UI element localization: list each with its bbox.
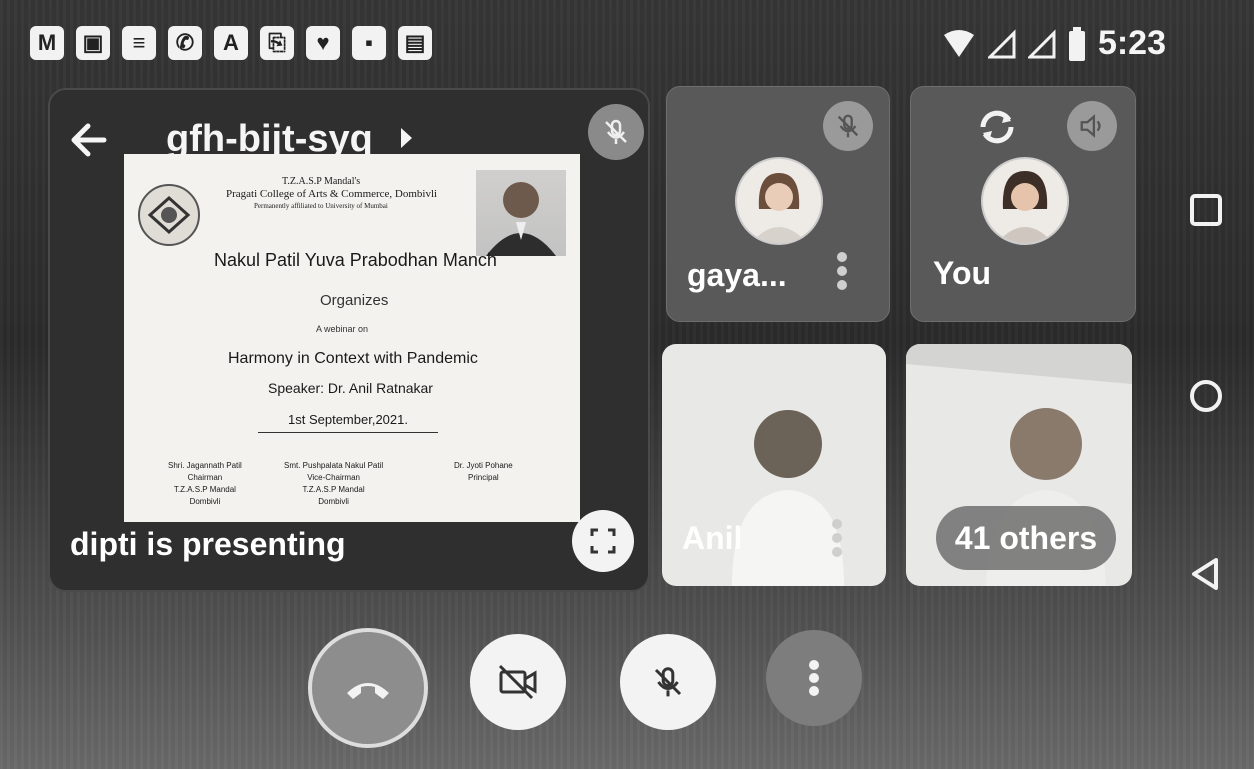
- more-vert-icon: [809, 660, 819, 696]
- notes-icon: ≡: [122, 26, 156, 60]
- switch-camera-icon[interactable]: [971, 101, 1023, 153]
- back-arrow-icon[interactable]: [68, 120, 108, 160]
- signatory-name: Shri. Jagannath Patil: [168, 461, 242, 470]
- image-icon: ▪: [352, 26, 386, 60]
- presenting-label: dipti is presenting: [70, 526, 346, 562]
- navigation-bar: [1166, 80, 1254, 740]
- calendar-icon: ▤: [398, 26, 432, 60]
- camera-off-icon: [498, 664, 537, 700]
- others-count-label: 41 others: [954, 519, 1098, 556]
- mic-off-icon: [654, 667, 682, 697]
- signatory-role: Principal: [468, 473, 499, 482]
- wifi-icon: [943, 29, 974, 57]
- signatory-2: Smt. Pushpalata Nakul Patil Vice-Chairma…: [284, 460, 383, 508]
- fullscreen-icon: [590, 528, 616, 554]
- clock: 5:23: [1097, 24, 1166, 62]
- avatar: [981, 157, 1069, 245]
- audio-level-icon: [837, 252, 847, 290]
- presenter-muted-indicator: [588, 104, 644, 160]
- participant-name: Anil: [682, 520, 743, 556]
- signal-icon: [1027, 28, 1056, 58]
- slide-org-line3: Permanently affiliated to University of …: [254, 202, 388, 210]
- audio-level-icon: [832, 519, 842, 557]
- participant-tile-others[interactable]: 41 others: [906, 344, 1132, 586]
- others-count-pill[interactable]: 41 others: [936, 506, 1116, 570]
- speaker-toggle[interactable]: [1067, 101, 1117, 151]
- back-nav-icon[interactable]: [1186, 554, 1226, 594]
- participant-tile-anil[interactable]: Anil: [662, 344, 886, 586]
- maps-a-icon: A: [214, 26, 248, 60]
- signatory-3: Dr. Jyoti Pohane Principal: [454, 460, 513, 484]
- person-icon: [751, 173, 807, 243]
- signatory-name: Smt. Pushpalata Nakul Patil: [284, 461, 384, 470]
- participant-name: gaya...: [687, 257, 787, 293]
- participant-muted-indicator: [823, 101, 873, 151]
- slide-org-line1: T.Z.A.S.P Mandal's: [282, 176, 361, 187]
- notification-icons: M ▣ ≡ ✆ A ⎘ ♥ ▪ ▤: [30, 26, 432, 60]
- presentation-panel: gfh-bijt-syq T.Z.A.S.P Mandal's Pragati …: [48, 88, 650, 592]
- recents-icon[interactable]: [1186, 190, 1226, 230]
- signatory-role: Vice-Chairman: [307, 473, 360, 482]
- device-icon: ⎘: [260, 26, 294, 60]
- phone-screen: M ▣ ≡ ✆ A ⎘ ♥ ▪ ▤ 5:23 gfh-bijt-syq T.Z.…: [0, 0, 1254, 769]
- slide-manch-title: Nakul Patil Yuva Prabodhan Manch: [214, 250, 497, 270]
- camera-toggle-button[interactable]: [470, 634, 566, 730]
- signatory-org: T.Z.A.S.P Mandal: [173, 485, 236, 494]
- slide-date: 1st September,2021.: [288, 412, 408, 427]
- divider: [258, 432, 438, 433]
- mic-off-icon: [837, 114, 859, 138]
- signatory-role: Chairman: [187, 473, 223, 482]
- slide-speaker: Speaker: Dr. Anil Ratnakar: [268, 380, 433, 396]
- slide-organizes: Organizes: [320, 292, 389, 309]
- mic-off-icon: [605, 119, 627, 144]
- signatory-1: Shri. Jagannath Patil Chairman T.Z.A.S.P…: [168, 460, 242, 508]
- participant-tile-you[interactable]: You: [910, 86, 1136, 322]
- signatory-org: T.Z.A.S.P Mandal: [302, 485, 365, 494]
- avatar: [735, 157, 823, 245]
- caret-right-icon[interactable]: [398, 126, 414, 150]
- signatory-name: Dr. Jyoti Pohane: [454, 461, 513, 470]
- college-emblem-icon: [147, 195, 191, 235]
- gmail-icon: M: [30, 26, 64, 60]
- volume-icon: [1080, 114, 1101, 138]
- slide-topic: Harmony in Context with Pandemic: [228, 350, 478, 367]
- signatory-place: Dombivli: [318, 497, 349, 506]
- signal-icon: [987, 28, 1016, 58]
- meet-icon: ▣: [76, 26, 110, 60]
- more-options-button[interactable]: [766, 630, 862, 726]
- status-bar: M ▣ ≡ ✆ A ⎘ ♥ ▪ ▤ 5:23: [0, 18, 1254, 70]
- heart-icon: ♥: [306, 26, 340, 60]
- fullscreen-button[interactable]: [572, 510, 634, 572]
- participant-name: You: [933, 255, 992, 291]
- battery-icon: [1068, 26, 1085, 61]
- hang-up-icon: [347, 683, 389, 699]
- slide-portrait-photo: [476, 170, 566, 256]
- signatory-place: Dombivli: [189, 497, 221, 506]
- college-logo: [138, 184, 200, 246]
- slide-org-line2: Pragati College of Arts & Commerce, Domb…: [226, 188, 438, 200]
- whatsapp-icon: ✆: [168, 26, 202, 60]
- system-indicators: 5:23: [942, 24, 1166, 63]
- mic-toggle-button[interactable]: [620, 634, 716, 730]
- shared-slide: T.Z.A.S.P Mandal's Pragati College of Ar…: [124, 154, 580, 522]
- end-call-button[interactable]: [308, 628, 428, 748]
- participant-tile-gaya[interactable]: gaya...: [666, 86, 890, 322]
- person-icon: [997, 171, 1053, 243]
- portrait-figure-icon: [486, 182, 556, 256]
- slide-webinar-label: A webinar on: [316, 324, 369, 334]
- home-icon[interactable]: [1186, 376, 1226, 416]
